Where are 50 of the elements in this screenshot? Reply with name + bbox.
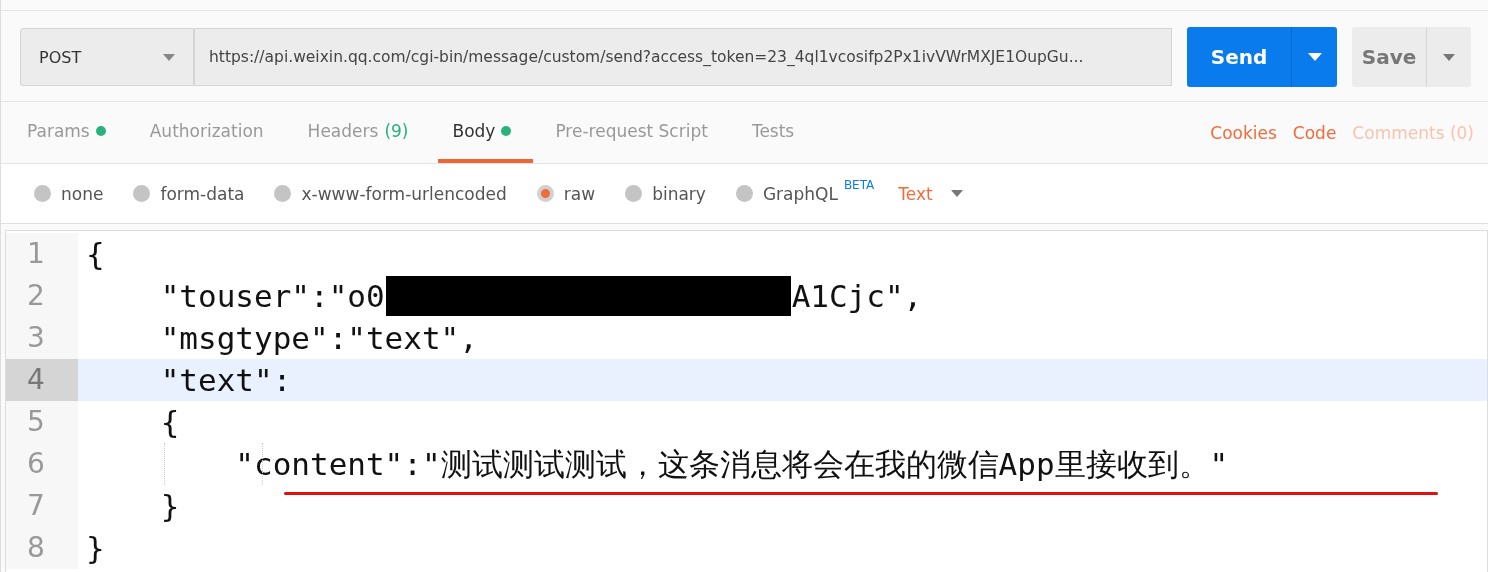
code-text: "touser":"o0 [159,277,385,316]
radio-button[interactable] [536,185,554,202]
radio-label: raw [563,183,596,204]
tab-count: (9) [384,120,409,141]
save-options-button[interactable] [1426,27,1471,87]
line-number: 3 [6,317,78,359]
radio-button[interactable] [133,185,151,202]
request-tab[interactable]: Authorization [135,102,286,163]
radio-label: GraphQL [762,183,838,204]
line-number: 2 [6,275,78,317]
url-field[interactable]: https://api.weixin.qq.com/cgi-bin/message/custom/send?access_token=23_4ql1vcosifp2Px1ivVWrMXJE1OupGu... [194,28,1172,86]
caret-icon [950,190,963,197]
code-text: A1Cjc", [791,277,923,316]
send-options-button[interactable] [1291,27,1337,87]
radio-label: binary [652,183,706,204]
send-button[interactable]: Send [1187,27,1291,87]
header-link[interactable]: Cookies [1210,122,1277,143]
request-tab[interactable]: Pre-request Script [541,102,730,163]
caret-icon [1443,53,1455,61]
format-dropdown[interactable]: Text [898,183,963,204]
request-tab[interactable]: Params [13,102,128,163]
caret-icon [163,53,175,61]
line-number: 7 [6,485,78,527]
code-text: } [159,487,180,526]
header-link[interactable]: Code [1292,122,1337,143]
line-number: 6 [6,443,78,485]
code-text: } [86,529,105,568]
radio-button[interactable] [274,185,292,202]
code-text: "text": [159,361,292,400]
line-number: 1 [6,233,78,275]
line-number: 4 [6,359,78,401]
radio-label: x-www-form-urlencoded [301,183,507,204]
request-tab[interactable]: Headers (9) [293,102,431,163]
code-text: { [86,235,105,274]
radio-label: none [61,183,104,204]
radio-button[interactable] [625,185,643,202]
code-text: "msgtype":"text", [159,319,478,358]
code-text: { [159,403,180,442]
line-number: 8 [6,527,78,569]
line-number: 5 [6,401,78,443]
method-dropdown[interactable]: POST [20,28,194,86]
caret-icon [1307,53,1322,61]
radio-label: form-data [160,183,245,204]
code-text: "content":"测试测试测试，这条消息将会在我的微信App里接收到。" [234,445,1229,484]
request-tab[interactable]: Tests [737,102,817,163]
beta-label: BETA [843,177,875,192]
radio-button[interactable] [34,185,51,202]
radio-button[interactable] [735,185,753,202]
code-editor[interactable]: 1 { 2 "touser":"o0 A1Cjc", 3 "msgtype":"text", 4 "text": 5 { 6 "content":"测试测试测试，这条消息将会在我的微信App里接收到。" 7 } 8 } [5,230,1488,572]
save-button[interactable]: Save [1352,27,1426,87]
